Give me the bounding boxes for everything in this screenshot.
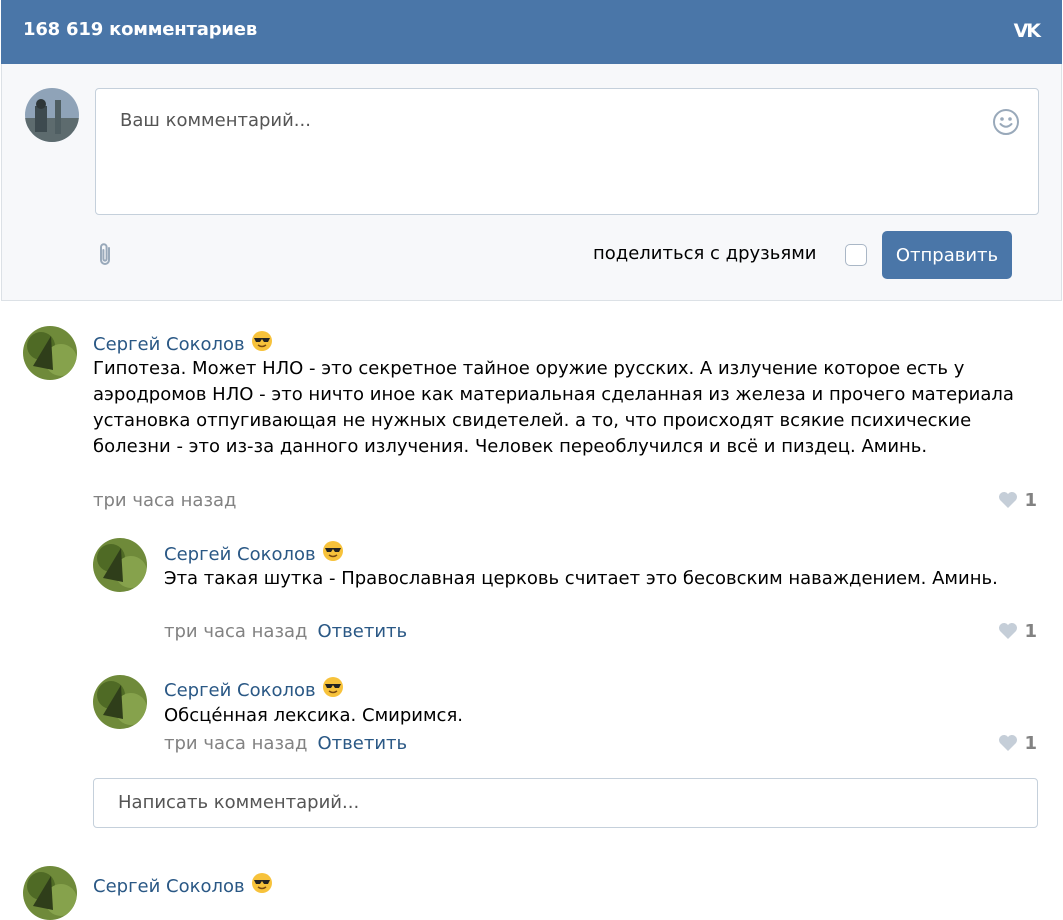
comment-author-avatar[interactable] — [23, 866, 77, 920]
comment-textarea[interactable]: Ваш комментарий... — [95, 88, 1039, 215]
author-name-text[interactable]: Сергей Соколов — [93, 334, 245, 355]
reply-text: Обсце́нная лексика. Смиримся. — [164, 705, 463, 726]
sunglasses-emoji-icon — [322, 541, 343, 561]
emoji-smile-icon[interactable] — [992, 108, 1020, 136]
heart-icon — [999, 623, 1018, 639]
current-user-avatar[interactable] — [25, 88, 79, 142]
author-name-text[interactable]: Сергей Соколов — [93, 876, 245, 897]
like-button[interactable]: 1 — [998, 621, 1037, 642]
reply-input-placeholder: Написать комментарий... — [118, 792, 360, 813]
comment-author-avatar[interactable] — [23, 326, 77, 380]
vk-logo[interactable]: VK — [1014, 20, 1041, 42]
like-count: 1 — [1024, 621, 1037, 642]
like-count: 1 — [1024, 490, 1037, 511]
reply-meta: три часа назад Ответить — [164, 621, 407, 642]
sunglasses-emoji-icon — [251, 331, 272, 351]
reply-text: Эта такая шутка - Православная церковь с… — [164, 568, 998, 589]
author-name-text[interactable]: Сергей Соколов — [164, 680, 316, 701]
heart-icon — [999, 735, 1018, 751]
like-count: 1 — [1024, 733, 1037, 754]
like-button[interactable]: 1 — [998, 490, 1037, 511]
heart-icon — [999, 492, 1018, 508]
comment-text: Гипотеза. Может НЛО - это секретное тайн… — [93, 358, 1014, 457]
reply-author-avatar[interactable] — [93, 675, 147, 729]
share-with-friends-label: поделиться с друзьями — [593, 243, 817, 264]
comment-composer: Ваш комментарий... поделиться с друзьями… — [1, 64, 1062, 301]
comment-author-name[interactable]: Сергей Соколов — [93, 872, 273, 897]
reply-link[interactable]: Ответить — [318, 733, 408, 754]
reply-timestamp[interactable]: три часа назад — [164, 733, 308, 754]
send-button[interactable]: Отправить — [882, 231, 1012, 279]
comments-header: 168 619 комментариев VK — [1, 0, 1062, 64]
sunglasses-emoji-icon — [251, 873, 272, 893]
reply-author-name[interactable]: Сергей Соколов — [164, 540, 344, 565]
author-name-text[interactable]: Сергей Соколов — [164, 544, 316, 565]
comment-timestamp[interactable]: три часа назад — [93, 490, 237, 511]
reply-input-field[interactable]: Написать комментарий... — [93, 778, 1038, 828]
comment-author-name[interactable]: Сергей Соколов — [93, 330, 273, 355]
reply-timestamp[interactable]: три часа назад — [164, 621, 308, 642]
reply-meta: три часа назад Ответить — [164, 733, 407, 754]
attach-paperclip-icon[interactable] — [95, 242, 115, 268]
reply-author-avatar[interactable] — [93, 538, 147, 592]
comment-placeholder: Ваш комментарий... — [120, 110, 311, 131]
reply-author-name[interactable]: Сергей Соколов — [164, 676, 344, 701]
sunglasses-emoji-icon — [322, 677, 343, 697]
reply-link[interactable]: Ответить — [318, 621, 408, 642]
comments-count-title: 168 619 комментариев — [23, 19, 258, 40]
share-with-friends-checkbox[interactable] — [845, 244, 867, 266]
like-button[interactable]: 1 — [998, 733, 1037, 754]
